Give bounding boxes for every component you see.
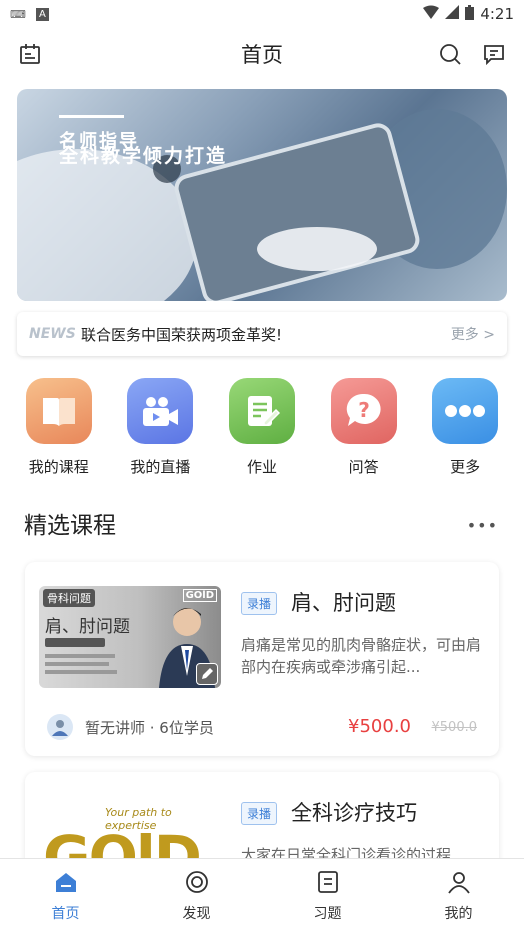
battery-icon [465,4,475,24]
teacher-and-students: 暂无讲师 · 6位学员 [85,718,214,737]
nav-discover[interactable]: 发现 [157,869,237,923]
thumb-brand: GOlD [182,589,217,602]
banner-illustration [17,109,507,301]
nav-exercises[interactable]: 习题 [288,869,368,923]
status-bar: ⌨ A 4:21 [0,0,524,28]
question-bubble-icon: ? [330,378,397,444]
course-title: 全科诊疗技巧 [291,801,417,825]
keyboard-icon: ⌨ [10,7,26,21]
message-icon[interactable] [482,42,506,70]
thumb-category-label: 骨科问题 [43,589,95,607]
nav-label: 发现 [182,905,211,922]
nav-label: 首页 [51,905,80,922]
news-ticker[interactable]: NEWS 联合医务中国荣获两项金革奖! 更多 > [17,312,507,356]
signal-icon [445,5,460,23]
video-camera-icon [127,378,194,444]
promo-banner[interactable]: 名师指导 全科教学倾力打造 [17,89,507,301]
a-badge-icon: A [35,7,49,21]
nav-home[interactable]: 首页 [26,869,106,923]
nav-label: 习题 [313,905,342,922]
teacher-info: 暂无讲师 · 6位学员 [47,714,214,740]
section-more-button[interactable]: ••• [467,516,498,535]
recorded-tag: 录播 [241,802,278,825]
quick-item-label: 我的直播 [130,458,191,476]
calendar-icon[interactable] [18,42,42,70]
avatar [47,714,73,740]
edit-pen-icon [196,663,218,685]
quick-item-label: 我的课程 [28,458,89,476]
nav-profile[interactable]: 我的 [419,869,499,923]
quick-item-homework[interactable]: 作业 [217,378,307,488]
thumb-title: 肩、肘问题 [45,617,130,637]
news-headline[interactable]: 联合医务中国荣获两项金革奖! [81,324,451,345]
course-card[interactable]: 骨科问题 GOlD 肩、肘问题 录播 肩、肘问题 肩痛是常见的肌肉骨骼症状，可由… [25,562,499,756]
app-header: 首页 [0,32,524,76]
search-icon[interactable] [438,42,462,70]
banner-subheadline: 全科教学倾力打造 [59,145,228,167]
discover-icon [184,869,210,899]
profile-icon [446,869,472,899]
banner-accent-bar [59,115,124,118]
quick-item-qa[interactable]: ? 问答 [319,378,409,488]
bottom-navigation: 首页 发现 习题 我的 [0,858,524,932]
nav-label: 我的 [444,905,473,922]
svg-text:?: ? [358,398,370,422]
section-title: 精选课程 [24,513,116,539]
course-thumbnail: 骨科问题 GOlD 肩、肘问题 [39,586,221,688]
more-dots-icon [432,378,499,444]
quick-item-label: 作业 [246,458,277,476]
quick-item-more[interactable]: 更多 [420,378,510,488]
quick-item-label: 更多 [450,458,481,476]
course-original-price: ¥500.0 [431,720,478,735]
exercise-icon [315,869,341,899]
news-more-link[interactable]: 更多 > [451,324,495,344]
news-tag: NEWS [29,326,76,342]
book-icon [25,378,92,444]
page-title: 首页 [241,43,283,67]
home-icon [53,869,79,899]
quick-item-my-courses[interactable]: 我的课程 [14,378,104,488]
quick-item-label: 问答 [348,458,379,476]
quick-item-my-live[interactable]: 我的直播 [115,378,205,488]
quick-menu: 我的课程 我的直播 作业 ? 问答 更多 [0,378,524,488]
course-title: 肩、肘问题 [291,591,396,615]
course-price: ¥500.0 [348,716,411,737]
course-description: 肩痛是常见的肌肉骨骼症状，可由肩部内在疾病或牵涉痛引起... [241,636,482,676]
wifi-icon [423,5,440,23]
recorded-tag: 录播 [241,592,278,615]
status-time: 4:21 [480,5,514,23]
homework-icon [228,378,295,444]
